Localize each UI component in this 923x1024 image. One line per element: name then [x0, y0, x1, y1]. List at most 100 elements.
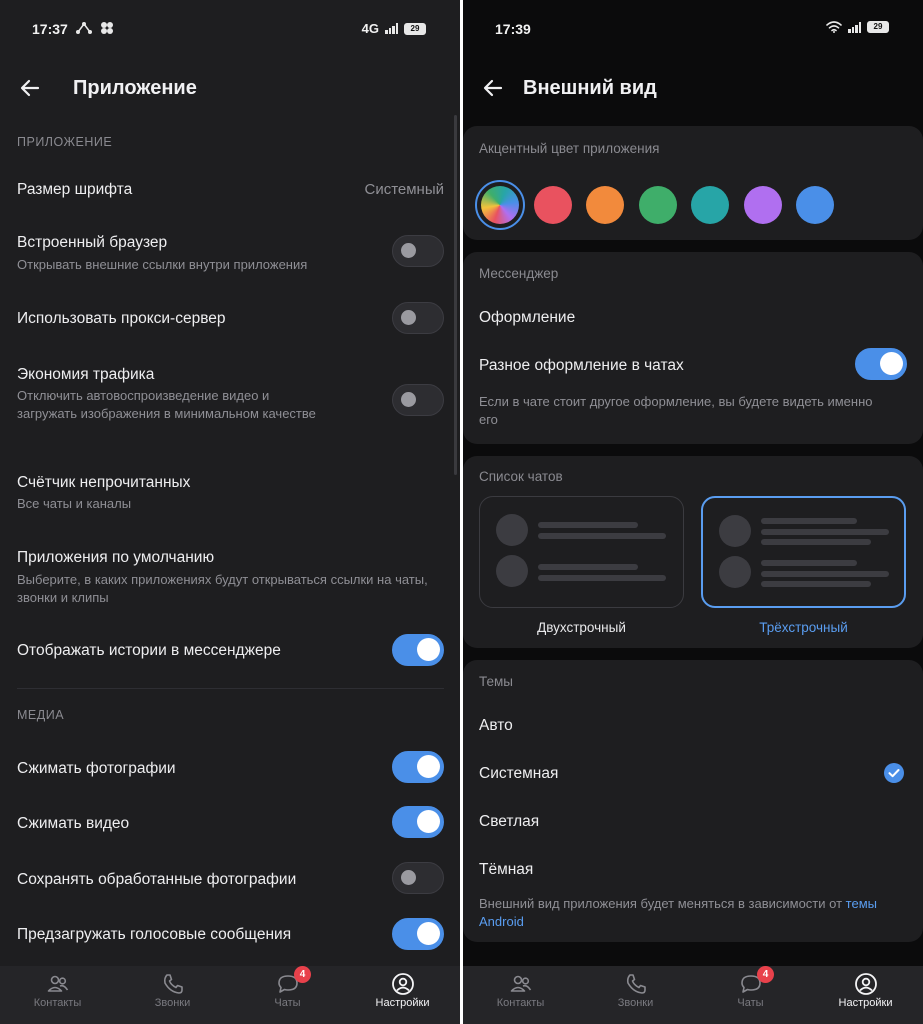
- unread-counter-value: Все чаты и каналы: [17, 496, 132, 511]
- messenger-card: Мессенджер Оформление Разное оформление …: [463, 252, 923, 444]
- two-line-preview[interactable]: [479, 496, 684, 608]
- accent-color-label: Акцентный цвет приложения: [479, 141, 660, 156]
- preload-voice-toggle[interactable]: [392, 918, 444, 950]
- scrollbar[interactable]: [454, 115, 457, 475]
- compress-video-toggle[interactable]: [392, 806, 444, 838]
- status-bar: 17:37 4G 29: [0, 0, 460, 60]
- default-apps-description: Выберите, в каких приложениях будут откр…: [17, 572, 428, 605]
- compress-photos-toggle[interactable]: [392, 751, 444, 783]
- chat-unread-badge: 4: [757, 966, 774, 983]
- tab-calls-label: Звонки: [154, 997, 191, 1009]
- status-bar: 17:39 29: [463, 0, 923, 60]
- accent-swatch-3[interactable]: [633, 180, 683, 230]
- tab-contacts[interactable]: Контакты: [463, 966, 578, 1024]
- three-line-preview[interactable]: [701, 496, 906, 608]
- two-line-caption: Двухстрочный: [537, 620, 626, 635]
- network-type: 4G: [361, 21, 379, 36]
- accent-swatch-4[interactable]: [685, 180, 735, 230]
- chat-unread-badge: 4: [294, 966, 311, 983]
- contacts-icon: [47, 975, 68, 992]
- status-indicators: 29: [826, 21, 889, 33]
- status-time: 17:39: [495, 21, 531, 37]
- tab-chats-label: Чаты: [274, 997, 301, 1009]
- proxy-label: Использовать прокси-сервер: [17, 310, 226, 327]
- appearance-screen: 17:39 29 Внешний вид Акцентный цвет прил…: [463, 0, 923, 1024]
- bottom-tab-bar: Контакты Звонки 4 Чаты Настройки: [463, 966, 923, 1024]
- phone-icon: [163, 974, 183, 994]
- tab-contacts-label: Контакты: [33, 997, 82, 1009]
- font-size-value: Системный: [364, 181, 444, 198]
- per-chat-design-label: Разное оформление в чатах: [479, 357, 684, 374]
- inapp-browser-toggle[interactable]: [392, 235, 444, 267]
- stories-toggle[interactable]: [392, 634, 444, 666]
- network-share-icon: [76, 22, 92, 34]
- app-bar: Внешний вид: [463, 60, 923, 116]
- tab-calls[interactable]: Звонки: [115, 966, 230, 1024]
- messenger-section-label: Мессенджер: [479, 266, 559, 281]
- unread-counter-label: Счётчик непрочитанных: [17, 474, 191, 491]
- three-line-caption: Трёхстрочный: [759, 620, 848, 635]
- themes-card: Темы Авто Системная Светлая Тёмная Внешн…: [463, 660, 923, 942]
- theme-option-dark[interactable]: Тёмная: [479, 861, 533, 879]
- section-header-app: ПРИЛОЖЕНИЕ: [17, 135, 113, 149]
- battery-icon: 29: [867, 21, 889, 33]
- chat-list-card: Список чатов Двухстрочный Трёхстрочный: [463, 456, 923, 648]
- chat-list-label: Список чатов: [479, 469, 563, 484]
- accent-color-card: Акцентный цвет приложения: [463, 126, 923, 240]
- tab-chats[interactable]: 4 Чаты: [693, 966, 808, 1024]
- traffic-saving-label: Экономия трафика: [17, 366, 155, 383]
- profile-icon: [854, 973, 877, 995]
- stories-label: Отображать истории в мессенджере: [17, 642, 281, 659]
- contacts-icon: [510, 975, 531, 992]
- inapp-browser-label: Встроенный браузер: [17, 234, 168, 251]
- themes-note-text: Внешний вид приложения будет меняться в …: [479, 896, 843, 911]
- font-size-label: Размер шрифта: [17, 181, 133, 198]
- per-chat-design-note: Если в чате стоит другое оформление, вы …: [479, 394, 873, 427]
- accent-swatch-0[interactable]: [475, 180, 525, 230]
- tab-contacts[interactable]: Контакты: [0, 966, 115, 1024]
- page-title: Внешний вид: [523, 77, 657, 99]
- accent-swatch-6[interactable]: [790, 180, 840, 230]
- themes-label: Темы: [479, 674, 513, 689]
- tab-settings-label: Настройки: [375, 997, 430, 1009]
- vk-clover-icon: [101, 22, 113, 34]
- phone-icon: [626, 974, 646, 994]
- battery-icon: 29: [404, 22, 426, 35]
- back-arrow-icon[interactable]: [479, 74, 507, 102]
- tab-settings[interactable]: Настройки: [808, 966, 923, 1024]
- tab-chats[interactable]: 4 Чаты: [230, 966, 345, 1024]
- save-processed-label: Сохранять обработанные фотографии: [17, 871, 297, 888]
- preload-voice-label: Предзагружать голосовые сообщения: [17, 926, 292, 943]
- wifi-icon: [826, 21, 842, 33]
- theme-option-auto[interactable]: Авто: [479, 717, 513, 735]
- compress-photos-label: Сжимать фотографии: [17, 760, 176, 777]
- theme-option-light[interactable]: Светлая: [479, 813, 539, 831]
- status-time: 17:37: [32, 21, 68, 37]
- theme-option-system[interactable]: Системная: [479, 765, 558, 783]
- tab-calls[interactable]: Звонки: [578, 966, 693, 1024]
- accent-swatch-2[interactable]: [580, 180, 630, 230]
- status-indicators: 4G 29: [362, 21, 426, 36]
- divider: [17, 688, 444, 689]
- inapp-browser-description: Открывать внешние ссылки внутри приложен…: [17, 257, 308, 272]
- page-title: Приложение: [73, 77, 197, 99]
- profile-icon: [391, 973, 414, 995]
- traffic-saving-toggle[interactable]: [392, 384, 444, 416]
- app-bar: Приложение: [0, 60, 460, 116]
- traffic-saving-description: Отключить автовоспроизведение видео и за…: [17, 388, 316, 421]
- accent-swatch-1[interactable]: [528, 180, 578, 230]
- compress-video-label: Сжимать видео: [17, 815, 130, 832]
- accent-swatch-5[interactable]: [738, 180, 788, 230]
- save-processed-toggle[interactable]: [392, 862, 444, 894]
- proxy-toggle[interactable]: [392, 302, 444, 334]
- signal-icon: [848, 21, 861, 33]
- themes-note: Внешний вид приложения будет меняться в …: [479, 895, 889, 930]
- tab-settings[interactable]: Настройки: [345, 966, 460, 1024]
- notification-icons: [75, 21, 115, 35]
- section-header-media: МЕДИА: [17, 708, 65, 722]
- back-arrow-icon[interactable]: [16, 74, 44, 102]
- tab-contacts-label: Контакты: [496, 997, 545, 1009]
- per-chat-design-toggle[interactable]: [855, 348, 907, 380]
- tab-chats-label: Чаты: [737, 997, 764, 1009]
- design-option[interactable]: Оформление: [479, 309, 575, 327]
